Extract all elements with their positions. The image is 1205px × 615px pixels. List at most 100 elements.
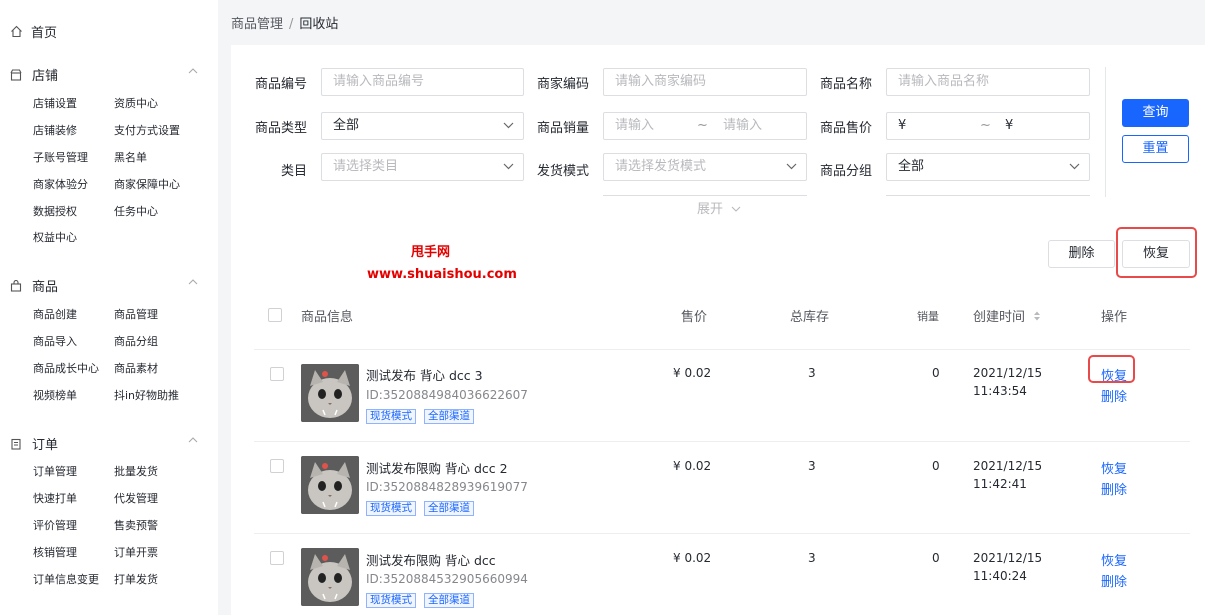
restore-link[interactable]: 恢复: [1101, 458, 1127, 477]
merchant-code-input[interactable]: 请输入商家编码: [603, 68, 807, 96]
goods-type-label: 商品类型: [254, 121, 307, 136]
sidebar-item-douin-boost[interactable]: 抖in好物助推: [114, 387, 179, 403]
merchant-code-label: 商家编码: [536, 77, 589, 92]
sidebar-item-experience-score[interactable]: 商家体验分: [33, 176, 88, 192]
ship-mode-select[interactable]: 请选择发货模式: [603, 153, 807, 181]
goods-icon: [10, 279, 22, 292]
group-select[interactable]: 全部: [886, 153, 1090, 181]
price-cell: ¥ 0.02: [673, 551, 712, 565]
delete-link[interactable]: 删除: [1101, 479, 1127, 498]
sidebar-item-verify-manage[interactable]: 核销管理: [33, 544, 77, 560]
row-checkbox[interactable]: [270, 459, 284, 473]
breadcrumb: 商品管理 / 回收站: [231, 13, 338, 32]
product-name[interactable]: 测试发布 背心 dcc 3: [366, 365, 483, 384]
breadcrumb-current: 回收站: [299, 17, 339, 32]
restore-link[interactable]: 恢复: [1101, 550, 1127, 569]
sidebar-item-goods-group[interactable]: 商品分组: [114, 333, 158, 349]
sidebar-item-goods-import[interactable]: 商品导入: [33, 333, 77, 349]
order-icon: [11, 438, 21, 450]
tag-stock-mode: 现货模式: [366, 501, 416, 516]
sales-min-input[interactable]: 请输入: [615, 113, 654, 139]
product-id: ID:3520884828939619077: [366, 480, 528, 494]
main-panel: 商品编号 请输入商品编号 商家编码 请输入商家编码 商品名称 请输入商品名称 商…: [231, 45, 1205, 615]
sidebar-item-goods-create[interactable]: 商品创建: [33, 306, 77, 322]
stock-cell: 3: [808, 459, 816, 473]
sidebar-item-goods-material[interactable]: 商品素材: [114, 360, 158, 376]
goods-name-input[interactable]: 请输入商品名称: [886, 68, 1090, 96]
sidebar-item-blacklist[interactable]: 黑名单: [114, 149, 147, 165]
sidebar-item-goods-growth[interactable]: 商品成长中心: [33, 360, 99, 376]
sidebar-section-orders[interactable]: 订单: [10, 434, 198, 453]
col-header-created-label: 创建时间: [973, 310, 1026, 325]
product-thumbnail[interactable]: [301, 364, 359, 422]
product-id: ID:3520884984036622607: [366, 388, 528, 402]
sidebar-item-quick-print[interactable]: 快速打单: [33, 490, 77, 506]
cat-photo-icon: [301, 364, 359, 422]
sidebar-section-label: 店铺: [32, 69, 59, 84]
col-header-created[interactable]: 创建时间: [973, 306, 1041, 325]
row-checkbox[interactable]: [270, 551, 284, 565]
sidebar-item-payment-settings[interactable]: 支付方式设置: [114, 122, 180, 138]
product-thumbnail[interactable]: [301, 456, 359, 514]
category-select[interactable]: 请选择类目: [321, 153, 524, 181]
sidebar-item-shop-settings[interactable]: 店铺设置: [33, 95, 77, 111]
sidebar-section-goods[interactable]: 商品: [10, 276, 198, 295]
sidebar-item-rights-center[interactable]: 权益中心: [33, 229, 77, 245]
stock-cell: 3: [808, 551, 816, 565]
breadcrumb-separator: /: [289, 17, 294, 32]
sidebar-item-order-manage[interactable]: 订单管理: [33, 463, 77, 479]
sidebar-item-print-ship[interactable]: 打单发货: [114, 571, 158, 587]
select-all-checkbox[interactable]: [268, 308, 282, 322]
watermark-title: 甩手网: [411, 245, 451, 260]
created-time: 11:43:54: [973, 384, 1027, 398]
col-header-stock: 总库存: [790, 310, 830, 325]
sales-cell: 0: [932, 366, 940, 380]
sidebar-item-qualification[interactable]: 资质中心: [114, 95, 158, 111]
sidebar-item-order-change[interactable]: 订单信息变更: [33, 571, 99, 587]
chevron-down-icon: [731, 206, 741, 212]
reset-button[interactable]: 重置: [1122, 135, 1189, 163]
price-max-input[interactable]: ¥: [1005, 113, 1013, 139]
sidebar-home-label: 首页: [31, 26, 58, 41]
table-divider: [254, 349, 1190, 350]
sidebar-item-guarantee-center[interactable]: 商家保障中心: [114, 176, 180, 192]
sidebar-item-review-manage[interactable]: 评价管理: [33, 517, 77, 533]
created-date: 2021/12/15: [973, 551, 1043, 565]
sidebar-item-video-rank[interactable]: 视频榜单: [33, 387, 77, 403]
sidebar-item-sale-warning[interactable]: 售卖预警: [114, 517, 158, 533]
sidebar-item-dropship[interactable]: 代发管理: [114, 490, 158, 506]
sales-label: 商品销量: [536, 121, 589, 136]
product-name[interactable]: 测试发布限购 背心 dcc: [366, 550, 496, 569]
sidebar-item-invoice[interactable]: 订单开票: [114, 544, 158, 560]
delete-link[interactable]: 删除: [1101, 386, 1127, 405]
price-min-input[interactable]: ¥: [898, 113, 906, 139]
goods-type-select[interactable]: 全部: [321, 112, 524, 140]
chevron-up-icon: [188, 68, 198, 74]
sales-range-tilde: ~: [697, 118, 708, 133]
sidebar-item-home[interactable]: 首页: [10, 22, 57, 41]
sidebar-item-task-center[interactable]: 任务中心: [114, 203, 158, 219]
goods-no-input[interactable]: 请输入商品编号: [321, 68, 524, 96]
product-thumbnail[interactable]: [301, 548, 359, 606]
created-time: 11:40:24: [973, 569, 1027, 583]
cat-photo-icon: [301, 456, 359, 514]
sales-max-input[interactable]: 请输入: [723, 113, 762, 139]
sidebar-item-batch-ship[interactable]: 批量发货: [114, 463, 158, 479]
hidden-row-edge: [603, 195, 807, 196]
sidebar: 首页 店铺 店铺设置 资质中心 店铺装修 支付方式设置 子账号管理 黑名单 商家…: [0, 0, 218, 615]
breadcrumb-parent[interactable]: 商品管理: [231, 17, 283, 32]
watermark-url: www.shuaishou.com: [367, 267, 517, 282]
delete-link[interactable]: 删除: [1101, 571, 1127, 590]
bulk-delete-button[interactable]: 删除: [1048, 240, 1115, 268]
sidebar-item-goods-manage[interactable]: 商品管理: [114, 306, 158, 322]
table-divider: [254, 441, 1190, 442]
sidebar-item-subaccounts[interactable]: 子账号管理: [33, 149, 88, 165]
query-button[interactable]: 查询: [1122, 99, 1189, 127]
sidebar-item-shop-decoration[interactable]: 店铺装修: [33, 122, 77, 138]
sidebar-item-data-auth[interactable]: 数据授权: [33, 203, 77, 219]
product-name[interactable]: 测试发布限购 背心 dcc 2: [366, 458, 508, 477]
row-checkbox[interactable]: [270, 367, 284, 381]
expand-toggle[interactable]: 展开: [697, 198, 741, 217]
price-range-tilde: ~: [980, 118, 991, 133]
sidebar-section-shop[interactable]: 店铺: [10, 65, 198, 84]
